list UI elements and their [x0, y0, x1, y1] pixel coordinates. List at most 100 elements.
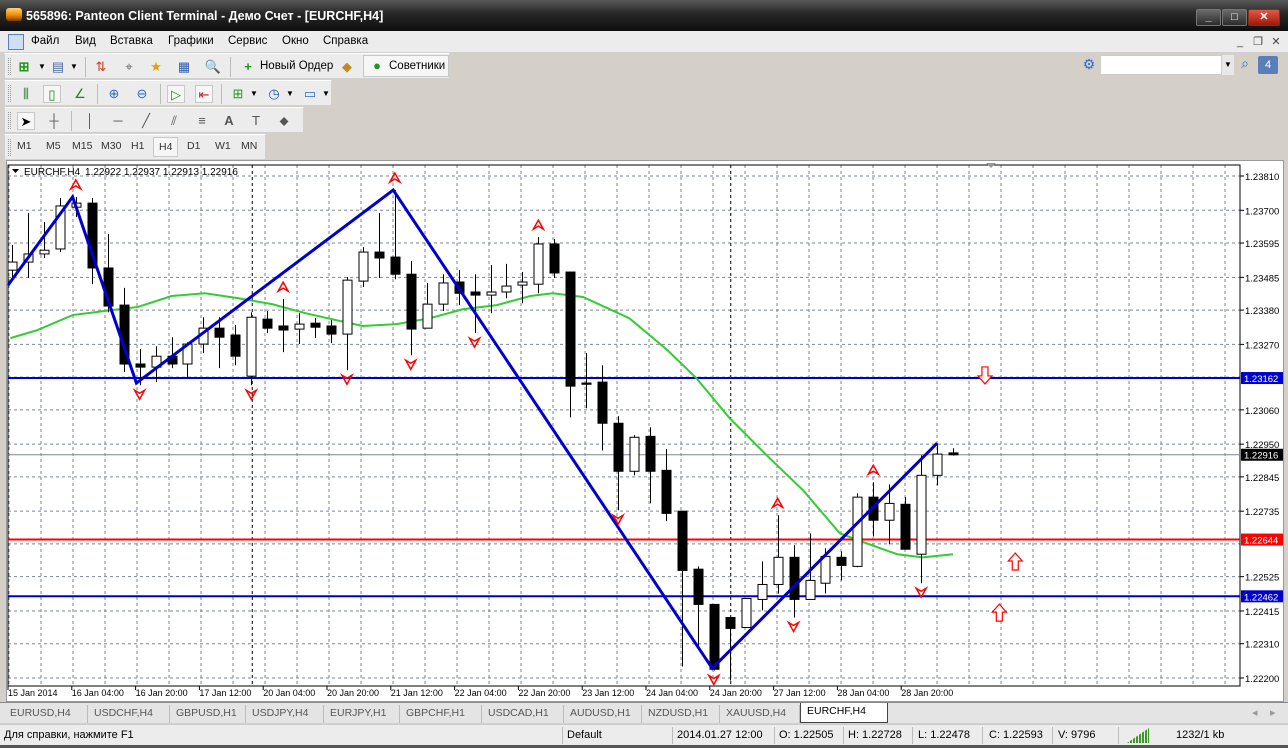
toolbar-grip[interactable]: [8, 58, 11, 75]
candle: [693, 566, 704, 648]
bar-chart-icon[interactable]: ⫼: [17, 85, 35, 103]
menu-charts[interactable]: Графики: [168, 35, 214, 47]
zoom-out-icon[interactable]: ⊖: [133, 85, 151, 103]
cursor-arrow-icon[interactable]: ➤: [17, 112, 35, 130]
text-label-icon[interactable]: T: [247, 112, 265, 130]
settings-gear-icon[interactable]: ⚙: [1080, 56, 1098, 74]
title-bar: 565896: Panteon Client Terminal - Демо С…: [0, 0, 1288, 31]
symbol-tab[interactable]: USDCHF,H4: [88, 705, 170, 723]
zoom-in-icon[interactable]: ⊕: [105, 85, 123, 103]
symbol-tab[interactable]: XAUUSD,H4: [720, 705, 800, 723]
toolbar-grip[interactable]: [8, 139, 11, 156]
menu-insert[interactable]: Вставка: [110, 35, 153, 47]
chart-shift-icon[interactable]: ⇤: [195, 85, 213, 103]
symbol-tab[interactable]: EURUSD,H4: [4, 705, 88, 723]
notifications-badge[interactable]: 4: [1258, 56, 1278, 74]
terminal-icon[interactable]: ▦: [175, 58, 193, 76]
strategy-tester-icon[interactable]: 🔍: [204, 58, 222, 76]
timeframe-d1[interactable]: D1: [187, 140, 200, 152]
timeframe-w1[interactable]: W1: [215, 140, 231, 152]
bear-candle-body: [374, 251, 385, 259]
x-tick-label: 28 Jan 04:00: [837, 688, 889, 698]
text-icon[interactable]: A: [220, 112, 238, 130]
search-dropdown-icon[interactable]: ▼: [1222, 55, 1234, 75]
new-order-button[interactable]: Новый Ордер: [260, 60, 333, 72]
y-tick-label: 1.22310: [1245, 640, 1279, 651]
experts-button[interactable]: ● Советники: [363, 55, 449, 77]
mdi-restore-button[interactable]: ❐: [1250, 34, 1266, 50]
x-tick-label: 17 Jan 12:00: [199, 688, 251, 698]
x-tick-label: 24 Jan 20:00: [710, 688, 762, 698]
menu-tools[interactable]: Сервис: [228, 35, 267, 47]
y-tick-label: 1.22845: [1245, 473, 1279, 484]
y-tick-label: 1.22525: [1245, 573, 1279, 584]
search-icon[interactable]: ⌕: [1236, 55, 1254, 75]
dropdown-arrow-icon[interactable]: ▼: [245, 85, 263, 103]
dropdown-arrow-icon[interactable]: ▼: [317, 85, 335, 103]
x-tick-label: 15 Jan 2014: [8, 688, 58, 698]
timeframe-h4[interactable]: H4: [153, 137, 179, 157]
timeframe-m15[interactable]: M15: [72, 140, 92, 152]
crosshair-icon[interactable]: ┼: [45, 112, 63, 130]
menu-file[interactable]: Файл: [31, 35, 59, 47]
candle: [310, 318, 321, 339]
x-tick-label: 22 Jan 20:00: [518, 688, 570, 698]
toolbar-grip[interactable]: [8, 85, 11, 102]
timeframe-m1[interactable]: M1: [17, 140, 32, 152]
symbol-tab[interactable]: EURJPY,H1: [324, 705, 400, 723]
fractal-up-arrow-icon: [387, 171, 402, 185]
bear-candle-body: [565, 271, 576, 387]
fibonacci-icon[interactable]: ≡: [193, 112, 211, 130]
timeframe-m30[interactable]: M30: [101, 140, 121, 152]
market-watch-icon[interactable]: ⇅: [92, 58, 110, 76]
trendline-icon[interactable]: ╱: [137, 112, 155, 130]
toolbar-grip[interactable]: [8, 112, 11, 129]
equidistant-channel-icon[interactable]: ⫽: [165, 112, 183, 130]
y-tick-label: 1.22415: [1245, 607, 1279, 618]
bull-candle-body: [852, 496, 863, 567]
menu-window[interactable]: Окно: [282, 35, 309, 47]
chart-window-icon: [8, 34, 24, 50]
crosshair-navigator-icon[interactable]: ⌖: [120, 58, 138, 76]
auto-scroll-icon[interactable]: ▷: [167, 85, 185, 103]
timeframe-m5[interactable]: M5: [46, 140, 61, 152]
timeframe-mn[interactable]: MN: [241, 140, 257, 152]
bid-price-label: 1.22916: [1244, 451, 1278, 462]
symbol-tab[interactable]: NZDUSD,H1: [642, 705, 720, 723]
experts-label: Советники: [389, 60, 446, 72]
symbol-tab[interactable]: GBPUSD,H1: [170, 705, 246, 723]
maximize-button[interactable]: □: [1222, 9, 1247, 26]
arrows-icon[interactable]: ⬥: [275, 112, 293, 130]
search-input[interactable]: [1100, 55, 1222, 75]
mdi-close-button[interactable]: ✕: [1268, 34, 1284, 50]
vertical-line-icon[interactable]: │: [81, 112, 99, 130]
minimize-button[interactable]: _: [1196, 9, 1221, 26]
dropdown-arrow-icon[interactable]: ▼: [65, 58, 83, 76]
close-button[interactable]: ✕: [1248, 9, 1280, 26]
menu-view[interactable]: Вид: [75, 35, 96, 47]
tabs-next-button[interactable]: ▸: [1270, 706, 1276, 719]
line-chart-icon[interactable]: ∠: [71, 85, 89, 103]
bear-candle-body: [900, 503, 911, 550]
symbol-tab[interactable]: EURCHF,H4: [800, 703, 888, 723]
symbol-tab[interactable]: USDCAD,H1: [482, 705, 564, 723]
metaeditor-icon[interactable]: ◆: [338, 58, 356, 76]
chart-menu-triangle-icon[interactable]: [12, 169, 19, 173]
symbol-tab[interactable]: AUDUSD,H1: [564, 705, 642, 723]
dropdown-arrow-icon[interactable]: ▼: [281, 85, 299, 103]
mdi-minimize-button[interactable]: _: [1232, 34, 1248, 50]
new-order-icon[interactable]: +: [239, 58, 257, 76]
symbol-tab[interactable]: GBPCHF,H1: [400, 705, 482, 723]
new-chart-icon[interactable]: ⊞: [15, 58, 33, 76]
timeframe-h1[interactable]: H1: [131, 140, 144, 152]
horizontal-line-icon[interactable]: ─: [109, 112, 127, 130]
favorites-folder-icon[interactable]: ★: [147, 58, 165, 76]
tabs-prev-button[interactable]: ◂: [1252, 706, 1258, 719]
candle: [900, 497, 911, 550]
candle: [709, 603, 720, 671]
price-chart[interactable]: 1.23810 1.23700 1.23595 1.23485 1.23380 1.232…: [0, 160, 1288, 702]
symbol-tab[interactable]: USDJPY,H4: [246, 705, 324, 723]
candlestick-chart-icon[interactable]: ▯: [43, 85, 61, 103]
menu-help[interactable]: Справка: [323, 35, 368, 47]
candle: [438, 274, 449, 312]
